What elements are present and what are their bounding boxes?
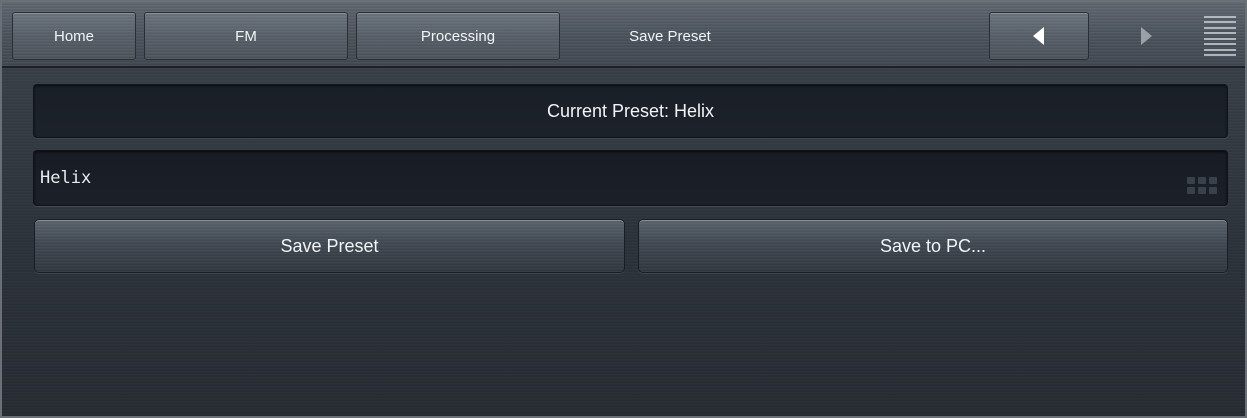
preset-name-input[interactable]	[40, 165, 1170, 191]
keypad-key	[1209, 187, 1217, 194]
keypad-icon[interactable]	[1187, 177, 1217, 197]
nav-processing-button[interactable]: Processing	[356, 12, 560, 60]
keypad-key	[1209, 177, 1217, 184]
nav-fm-label: FM	[235, 27, 257, 45]
menu-line	[1204, 21, 1236, 24]
preset-name-field[interactable]	[33, 150, 1228, 206]
current-page-label: Save Preset	[629, 27, 711, 45]
nav-home-label: Home	[53, 27, 94, 45]
keypad-key	[1198, 177, 1206, 184]
menu-line	[1204, 32, 1236, 35]
current-preset-display: Current Preset: Helix	[33, 84, 1228, 138]
menu-line	[1204, 37, 1236, 40]
breadcrumb-current-page: Save Preset	[568, 12, 772, 60]
save-preset-label: Save Preset	[280, 235, 379, 256]
nav-processing-label: Processing	[420, 27, 496, 45]
nav-fm-button[interactable]: FM	[144, 12, 348, 60]
nav-home-button[interactable]: Home	[12, 12, 136, 60]
menu-line	[1204, 53, 1236, 56]
menu-line	[1204, 48, 1236, 51]
keypad-key	[1187, 177, 1195, 184]
current-preset-label: Current Preset: Helix	[546, 100, 715, 121]
menu-line	[1204, 16, 1236, 18]
top-navigation-bar: Home FM Processing Save Preset	[2, 2, 1245, 68]
save-to-pc-label: Save to PC...	[879, 235, 987, 256]
forward-button[interactable]	[1096, 12, 1196, 60]
app-window: Home FM Processing Save Preset Current P…	[0, 0, 1247, 418]
keypad-key	[1187, 187, 1195, 194]
menu-line	[1204, 26, 1236, 29]
menu-icon[interactable]	[1202, 14, 1238, 58]
back-arrow-icon	[1033, 27, 1044, 45]
back-button[interactable]	[989, 12, 1089, 60]
save-to-pc-button[interactable]: Save to PC...	[638, 219, 1228, 273]
keypad-key	[1198, 187, 1206, 194]
save-preset-button[interactable]: Save Preset	[34, 219, 625, 273]
menu-line	[1204, 43, 1236, 46]
forward-arrow-icon	[1141, 27, 1152, 45]
